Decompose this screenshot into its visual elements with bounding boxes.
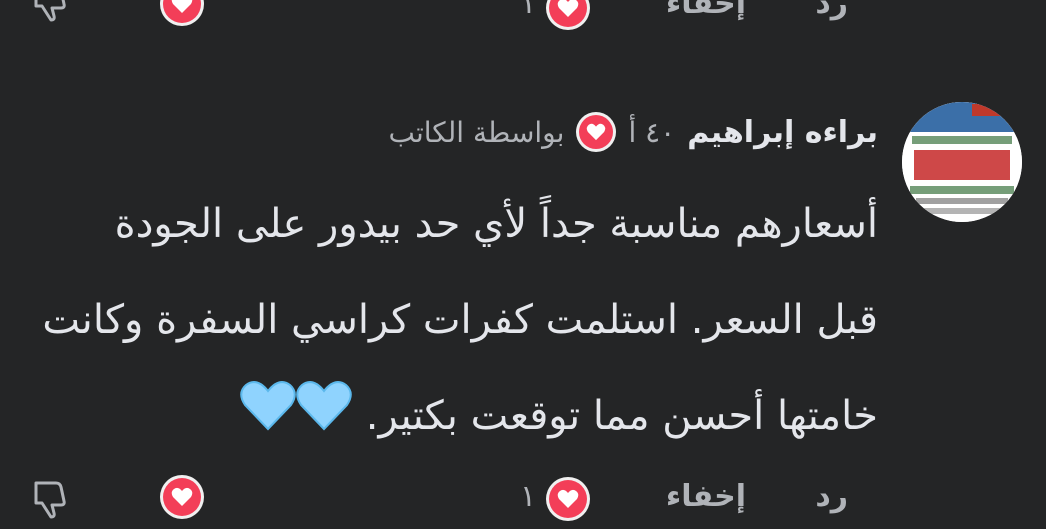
comment-header: براءه إبراهيم ٤٠ أ بواسطة الكاتب: [388, 112, 878, 152]
reply-button[interactable]: رد: [815, 0, 848, 21]
comment-line: قبل السعر. استلمت كفرات كراسي السفرة وكا…: [42, 297, 878, 343]
reaction-count: ١: [520, 0, 537, 21]
comment-line-last: خامتها أحسن مما توقعت بكتير.: [58, 368, 878, 464]
reaction-badge[interactable]: [546, 477, 590, 521]
author-name[interactable]: براءه إبراهيم: [687, 115, 878, 150]
thumbs-down-icon[interactable]: [28, 0, 72, 24]
heart-icon: [171, 487, 193, 506]
reaction-badge[interactable]: [546, 0, 590, 30]
comment-text: أسعارهم مناسبة جداً لأي حد بيدور على الج…: [42, 176, 878, 464]
comment-line: خامتها أحسن مما توقعت بكتير.: [365, 393, 878, 439]
avatar-image: [902, 102, 1022, 222]
comment-time: ٤٠ أ: [628, 115, 676, 149]
author-byline: بواسطة الكاتب: [388, 115, 565, 149]
thumbs-down-icon[interactable]: [28, 477, 72, 521]
heart-icon: [587, 123, 606, 141]
comment: براءه إبراهيم ٤٠ أ بواسطة الكاتب أسعارهم…: [0, 96, 1046, 456]
light-blue-heart-icon: [296, 381, 352, 431]
bottom-action-row: ١ إخفاء رد: [0, 473, 1046, 529]
hide-button[interactable]: إخفاء: [666, 0, 746, 21]
comment-line: أسعارهم مناسبة جداً لأي حد بيدور على الج…: [114, 201, 878, 247]
avatar[interactable]: [902, 102, 1022, 222]
heart-reaction-button[interactable]: [160, 475, 204, 519]
top-action-row: ١ إخفاء رد: [0, 0, 1046, 32]
light-blue-heart-icon: [240, 381, 296, 431]
heart-icon: [171, 0, 193, 13]
author-reaction: [576, 112, 617, 152]
blue-hearts-emoji: [240, 370, 352, 466]
heart-icon: [557, 489, 579, 508]
heart-icon: [557, 0, 579, 17]
heart-reaction-button[interactable]: [160, 0, 204, 26]
